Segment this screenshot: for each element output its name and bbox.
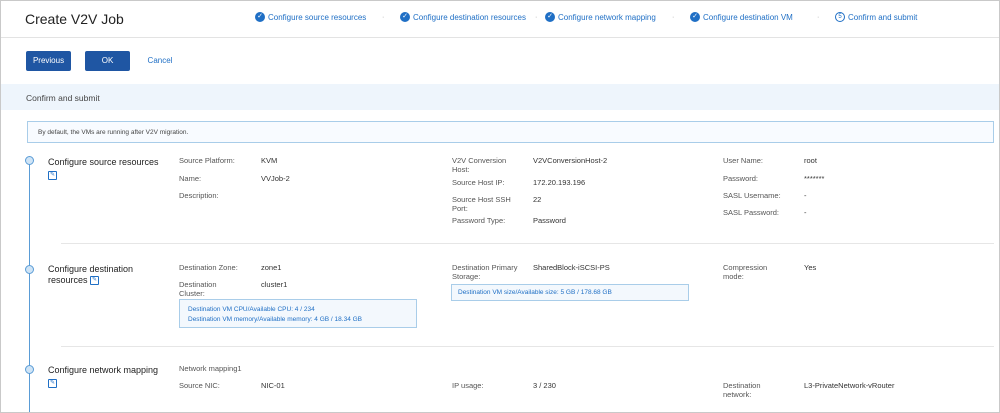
cancel-button[interactable]: Cancel [142,51,178,71]
sasl-password-label: SASL Password: [723,208,779,217]
previous-button[interactable]: Previous [26,51,71,71]
source-nic-label: Source NIC: [179,381,220,390]
section-header: Confirm and submit [1,84,999,110]
conversion-host-label: V2V Conversion Host: [452,156,507,174]
sasl-username-value: - [804,191,807,200]
primary-storage-label: Destination Primary Storage: [452,263,518,281]
ip-usage-value: 3 / 230 [533,381,556,390]
source-section-title: Configure source resources ✎ [48,157,159,180]
cpu-memory-box: Destination VM CPU/Available CPU: 4 / 23… [179,299,417,328]
primary-storage-value: SharedBlock-iSCSI-PS [533,263,610,272]
sasl-username-label: SASL Username: [723,191,781,200]
check-icon: ✓ [400,12,410,22]
timeline-dot [25,365,34,374]
step-separator: · [382,14,385,21]
network-section-title: Configure network mapping ✎ [48,365,159,388]
destination-network-value: L3-PrivateNetwork-vRouter [804,381,895,390]
step-configure-network[interactable]: ✓ Configure network mapping [545,12,656,22]
section-divider [61,243,994,244]
memory-usage-text: Destination VM memory/Available memory: … [188,316,363,323]
user-name-value: root [804,156,817,165]
password-type-label: Password Type: [452,216,506,225]
compression-mode-value: Yes [804,263,817,272]
edit-icon[interactable]: ✎ [90,276,100,286]
wizard-steps: ✓ Configure source resources · ✓ Configu… [1,12,999,26]
info-notice: By default, the VMs are running after V2… [27,121,994,143]
ssh-port-value: 22 [533,195,542,204]
section-divider [61,346,994,347]
step-configure-vm[interactable]: ✓ Configure destination VM [690,12,793,22]
ssh-port-label: Source Host SSH Port: [452,195,511,213]
source-ip-value: 172.20.193.196 [533,178,586,187]
header-divider [1,37,999,38]
step-separator: · [672,14,675,21]
user-name-label: User Name: [723,156,764,165]
destination-zone-value: zone1 [261,263,282,272]
password-type-value: Password [533,216,566,225]
step-configure-destination[interactable]: ✓ Configure destination resources [400,12,526,22]
name-value: VVJob-2 [261,174,290,183]
ip-usage-label: IP usage: [452,381,484,390]
step-label: Configure network mapping [558,12,656,22]
edit-icon[interactable]: ✎ [48,171,57,180]
size-usage-text: Destination VM size/Available size: 5 GB… [458,289,612,296]
source-nic-value: NIC-01 [261,381,285,390]
timeline-dot [25,265,34,274]
step-label: Configure destination VM [703,12,793,22]
window-frame: Create V2V Job ✓ Configure source resour… [0,0,1000,413]
notice-text: By default, the VMs are running after V2… [38,129,189,136]
check-icon: ✓ [690,12,700,22]
step-label: Confirm and submit [848,12,918,22]
password-label: Password: [723,174,759,183]
network-mapping-name: Network mapping1 [179,364,242,373]
destination-section-title: Configure destination resources ✎ [48,264,134,286]
destination-network-label: Destination network: [723,381,761,399]
timeline-dot [25,156,34,165]
step-separator: · [817,14,820,21]
cpu-usage-text: Destination VM CPU/Available CPU: 4 / 23… [188,306,315,313]
name-label: Name: [179,174,202,183]
step-label: Configure destination resources [413,12,526,22]
check-icon: ✓ [545,12,555,22]
timeline-line [29,161,30,412]
check-icon: ✓ [255,12,265,22]
ok-button[interactable]: OK [85,51,130,71]
sasl-password-value: - [804,208,807,217]
storage-size-box: Destination VM size/Available size: 5 GB… [451,284,689,301]
section-title: Confirm and submit [26,93,100,103]
step-number-icon: 5 [835,12,845,22]
edit-icon[interactable]: ✎ [48,379,57,388]
source-platform-label: Source Platform: [179,156,235,165]
source-ip-label: Source Host IP: [452,178,505,187]
conversion-host-value: V2VConversionHost-2 [533,156,608,165]
step-separator: · [535,14,538,21]
step-label: Configure source resources [268,12,367,22]
destination-cluster-label: Destination Cluster: [179,280,217,298]
compression-mode-label: Compression mode: [723,263,768,281]
destination-cluster-value: cluster1 [261,280,288,289]
step-confirm-submit[interactable]: 5 Confirm and submit [835,12,917,22]
description-label: Description: [179,191,219,200]
step-configure-source[interactable]: ✓ Configure source resources [255,12,366,22]
destination-zone-label: Destination Zone: [179,263,238,272]
source-platform-value: KVM [261,156,278,165]
password-value: ******* [804,174,825,183]
